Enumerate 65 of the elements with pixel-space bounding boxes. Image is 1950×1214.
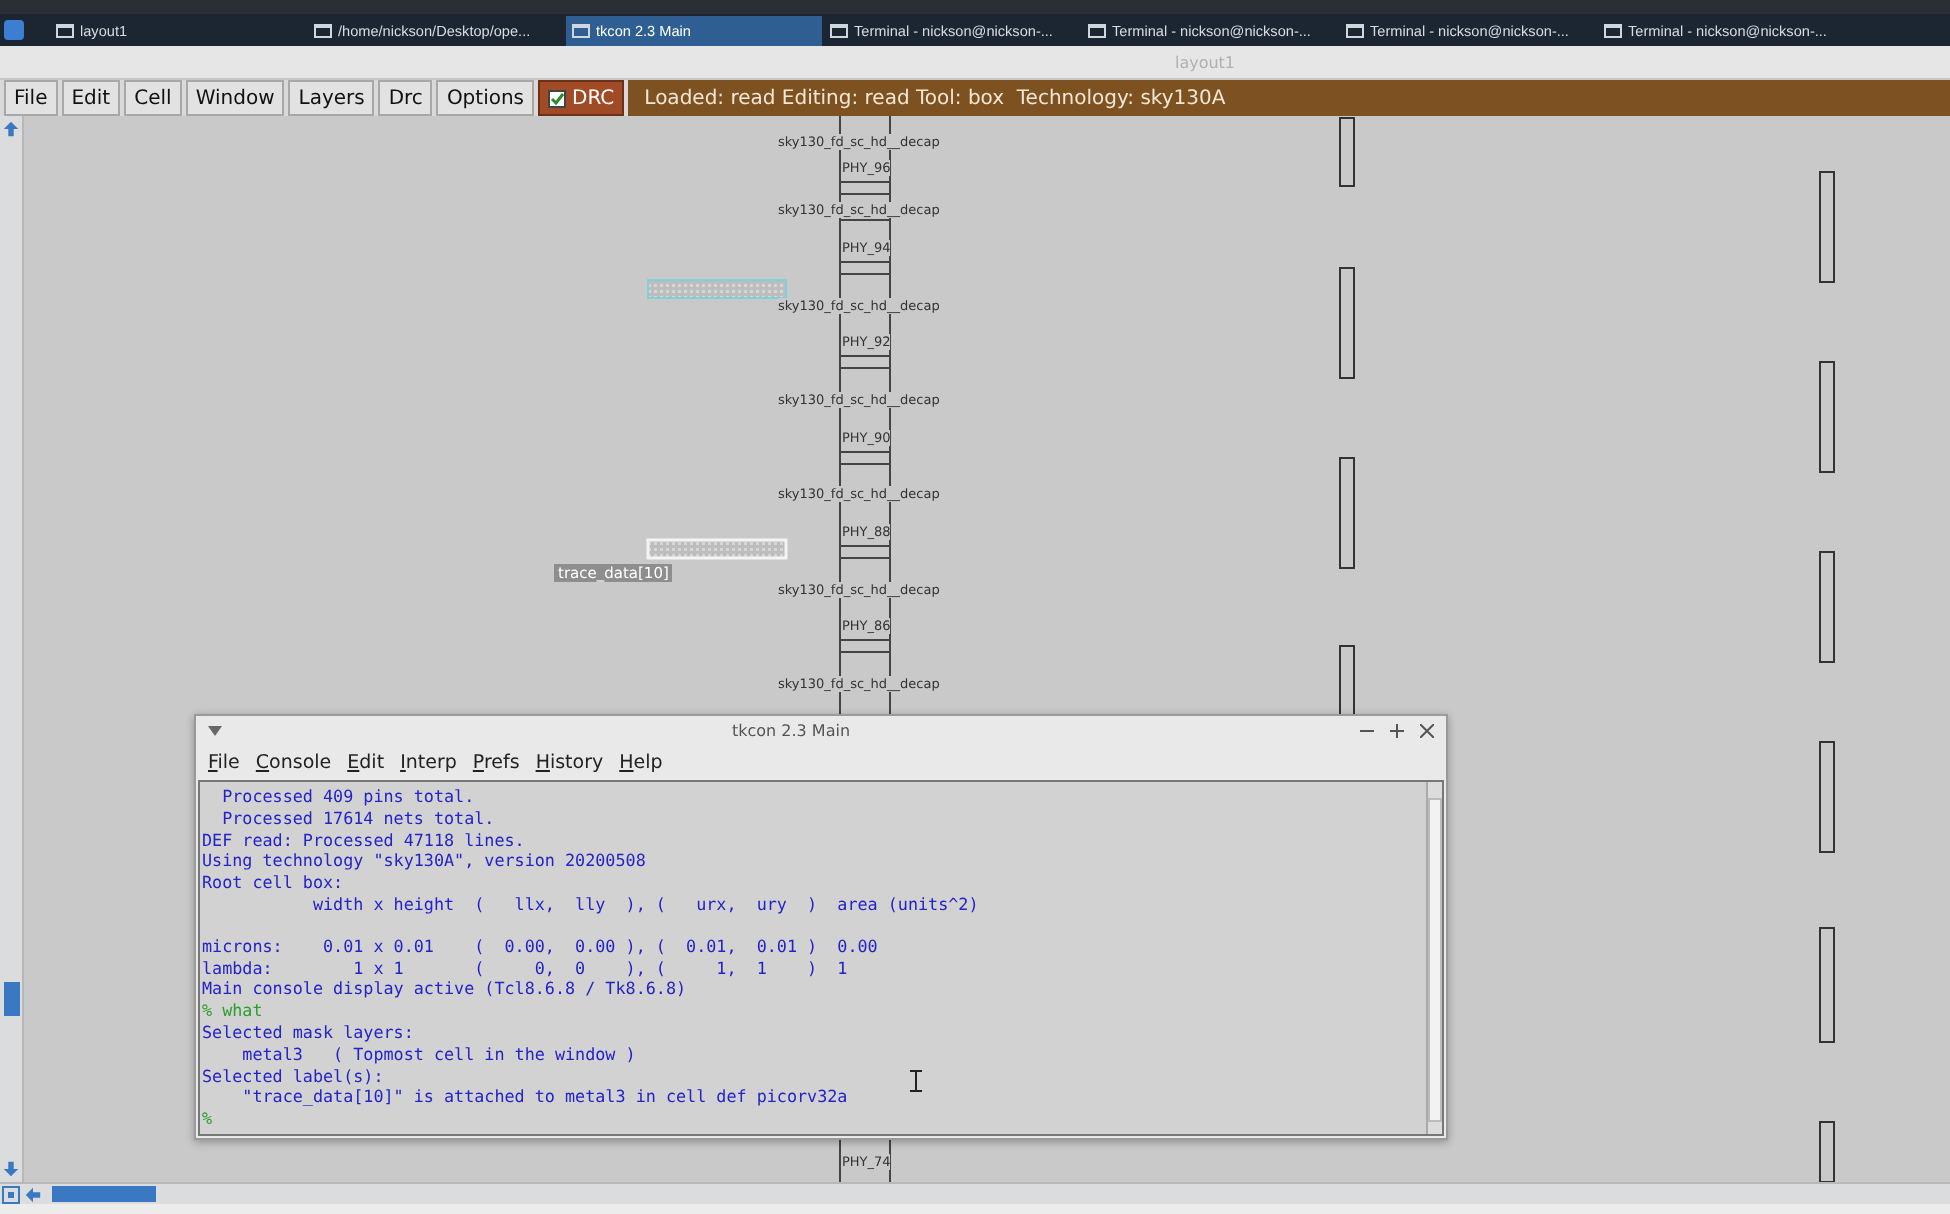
console-command: % what — [202, 1000, 263, 1023]
horizontal-scrollbar[interactable] — [0, 1182, 1950, 1204]
selected-label-rectangle — [647, 279, 787, 299]
menu-item[interactable]: Help — [613, 751, 669, 773]
window-icon — [56, 23, 74, 37]
window-icon — [1346, 23, 1364, 37]
console-line: microns: 0.01 x 0.01 ( 0.00, 0.00 ), ( 0.01, 0.01 ) 0.00 — [202, 935, 878, 958]
window-icon — [830, 23, 848, 37]
window-icon — [314, 23, 332, 37]
menu-button[interactable]: Edit — [61, 80, 121, 116]
metal-rectangle — [1819, 741, 1835, 853]
menu-button[interactable]: Cell — [124, 80, 182, 116]
menu-button[interactable]: Window — [185, 80, 285, 116]
console-line: DEF read: Processed 47118 lines. — [202, 829, 525, 851]
metal-rectangle — [1339, 457, 1355, 569]
zoom-box-icon[interactable] — [2, 1185, 20, 1203]
menu-item[interactable]: File — [202, 751, 246, 773]
console-line: "trace_data[10]" is attached to metal3 in cell def picorv32a — [240, 1086, 848, 1109]
scrollbar-thumb[interactable] — [3, 982, 19, 1016]
metal-rectangle — [1819, 171, 1835, 283]
console-command: % — [202, 1108, 213, 1130]
console-line: lambda: 1 x 1 ( 0, 0 ), ( 1, 1 ) 1 — [202, 957, 848, 979]
metal-rectangle — [1819, 551, 1835, 663]
metal-rectangle — [1339, 267, 1355, 379]
maximize-icon[interactable] — [1389, 723, 1404, 737]
metal-rectangle — [1819, 927, 1835, 1043]
metal-rectangle — [1339, 645, 1355, 717]
checkbox[interactable] — [548, 89, 567, 107]
console-line: Selected label(s): — [202, 1065, 384, 1087]
scroll-up-icon[interactable] — [2, 120, 20, 138]
label-rectangle — [646, 538, 788, 560]
window-icon — [1604, 23, 1622, 37]
menu-button[interactable]: Layers — [288, 80, 375, 116]
scroll-left-icon[interactable] — [24, 1185, 42, 1203]
window-icon — [1088, 23, 1106, 37]
scroll-down-icon[interactable] — [2, 1160, 20, 1178]
drc-toggle[interactable]: DRC — [538, 80, 625, 116]
start-menu-button[interactable] — [4, 20, 24, 40]
scrollbar-thumb[interactable] — [52, 1186, 156, 1202]
window-title: tkcon 2.3 Main — [731, 721, 851, 739]
window-menu-icon[interactable] — [208, 725, 222, 735]
menu-item[interactable]: History — [529, 751, 610, 773]
console-line: width x height ( llx, lly ), ( urx, ury ) area (units^2) — [310, 893, 979, 916]
metal-rectangle — [1819, 361, 1835, 473]
console-line: Processed 17614 nets total. — [220, 807, 495, 830]
console-line: Root cell box: — [202, 872, 344, 894]
close-icon[interactable] — [1419, 723, 1434, 737]
menu-item[interactable]: Interp — [394, 751, 463, 773]
console-line: Processed 409 pins total. — [220, 786, 475, 808]
menu-item[interactable]: Console — [249, 751, 338, 773]
console-line: Selected mask layers: — [202, 1022, 414, 1044]
text-cursor-icon — [910, 1070, 922, 1092]
menu-button[interactable]: Drc — [378, 80, 433, 116]
status-bar: Loaded: read Editing: read Tool: box Technology: sky130A — [628, 80, 1950, 116]
menu-button[interactable]: File — [4, 80, 58, 116]
window-icon — [572, 23, 590, 37]
menu-button[interactable]: Options — [436, 80, 535, 116]
menu-item[interactable]: Edit — [341, 751, 391, 773]
vertical-scrollbar[interactable] — [0, 116, 24, 1182]
console-line: Using technology "sky130A", version 20200508 — [202, 850, 646, 873]
menu-item[interactable]: Prefs — [466, 751, 526, 773]
console-line: Main console display active (Tcl8.6.8 / Tk8.6.8) — [202, 978, 687, 1001]
console-line: metal3 ( Topmost cell in the window ) — [240, 1043, 636, 1066]
metal-rectangle — [1339, 117, 1355, 187]
console-scrollbar[interactable] — [1426, 782, 1442, 1134]
